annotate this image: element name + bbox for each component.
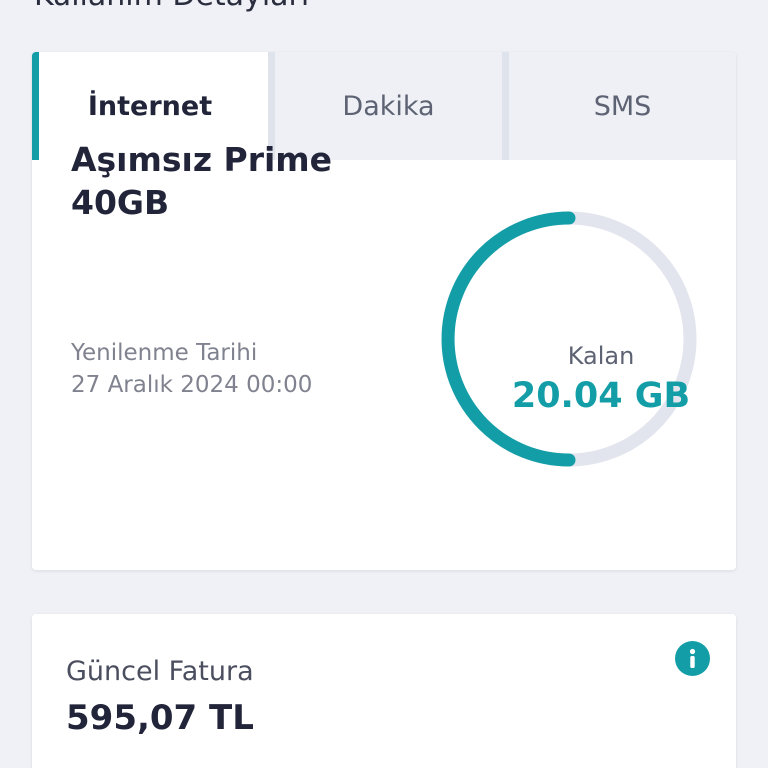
remaining-value: 20.04 GB (511, 376, 691, 416)
section-title: Kullanım Detayları (34, 0, 309, 13)
bill-amount: 595,07 TL (66, 698, 254, 738)
renewal-date: 27 Aralık 2024 00:00 (71, 372, 313, 398)
tab-internet-label: İnternet (87, 90, 213, 122)
current-bill-card[interactable]: Güncel Fatura 595,07 TL (32, 614, 736, 768)
tab-dakika-label: Dakika (342, 90, 435, 122)
renewal-label: Yenilenme Tarihi (71, 340, 258, 366)
active-tab-indicator (32, 52, 39, 160)
tab-sms[interactable]: SMS (509, 52, 736, 160)
remaining-label: Kalan (567, 342, 635, 370)
usage-details-screen: Kullanım Detayları İnternet Dakika SMS A… (0, 0, 768, 768)
tab-sms-label: SMS (593, 90, 652, 122)
gauge-progress-arc (441, 211, 576, 467)
plan-name: Aşımsız Prime 40GB (71, 140, 333, 222)
info-glyph (689, 648, 696, 668)
usage-card: İnternet Dakika SMS Aşımsız Prime 40GB Y… (32, 52, 736, 570)
info-icon[interactable] (675, 641, 710, 676)
bill-label: Güncel Fatura (66, 656, 254, 687)
remaining-usage-gauge (441, 211, 697, 467)
